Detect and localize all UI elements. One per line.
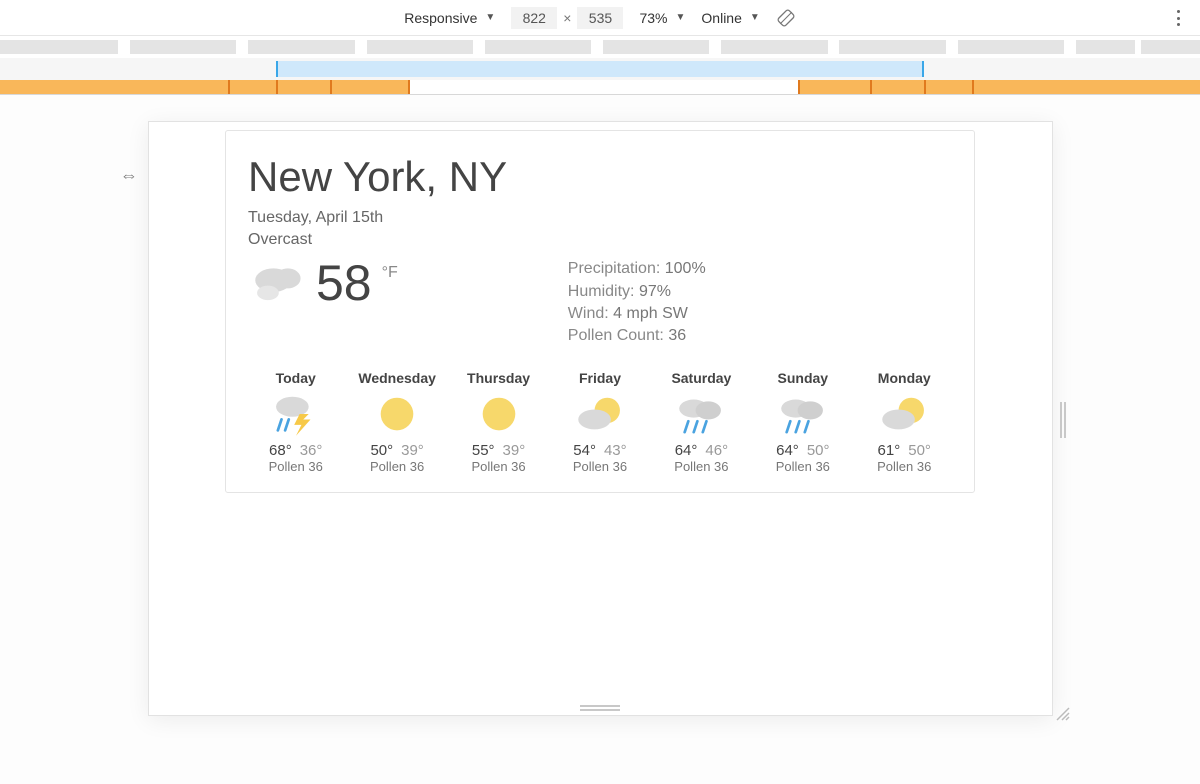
forecast-hi: 68° [269,442,292,459]
forecast-temps: 61° 50° [857,442,952,459]
zoom-select[interactable]: 73% ▼ [639,10,685,26]
forecast-hi: 50° [370,442,393,459]
forecast-lo: 39° [401,442,424,459]
forecast-pollen: Pollen 36 [755,459,850,474]
weather-details: Precipitation: 100% Humidity: 97% Wind: … [568,258,706,348]
chevron-down-icon: ▼ [485,12,495,23]
times-separator: × [563,10,571,26]
forecast-day-name: Saturday [654,370,749,386]
resize-handle-corner[interactable] [1054,705,1070,721]
sunny-icon [349,390,444,438]
network-select[interactable]: Online ▼ [701,10,759,26]
weather-condition: Overcast [248,229,952,251]
forecast-day: Thursday 55° 39°Pollen 36 [451,370,546,474]
ruler-ticks [0,36,1200,58]
media-query-range-left[interactable] [0,80,408,94]
forecast-day-name: Friday [552,370,647,386]
device-mode-select[interactable]: Responsive ▼ [404,10,495,26]
dimensions: × [511,7,623,29]
forecast-lo: 36° [300,442,323,459]
weather-unit: °F [382,264,398,282]
width-input[interactable] [511,7,557,29]
forecast-temps: 64° 50° [755,442,850,459]
media-query-range-right[interactable] [798,80,1200,94]
media-query-range[interactable] [276,61,924,77]
forecast-day: Saturday 64° 46°Pollen 36 [654,370,749,474]
device-frame: New York, NY Tuesday, April 15th Overcas… [148,121,1053,716]
more-options-button[interactable] [1170,8,1186,28]
forecast-pollen: Pollen 36 [451,459,546,474]
humidity-value: 97% [639,283,671,300]
forecast-day-name: Today [248,370,343,386]
chevron-down-icon: ▼ [676,12,686,23]
forecast-pollen: Pollen 36 [857,459,952,474]
weather-date: Tuesday, April 15th [248,207,952,229]
forecast-temps: 64° 46° [654,442,749,459]
forecast-lo: 39° [503,442,526,459]
forecast-pollen: Pollen 36 [552,459,647,474]
forecast-day-name: Monday [857,370,952,386]
rain-icon [654,390,749,438]
forecast-temps: 54° 43° [552,442,647,459]
forecast-lo: 43° [604,442,627,459]
device-mode-label: Responsive [404,10,477,26]
forecast-day: Sunday 64° 50°Pollen 36 [755,370,850,474]
wind-label: Wind: [568,305,609,322]
resize-handle-bottom[interactable] [580,705,620,711]
forecast-pollen: Pollen 36 [349,459,444,474]
forecast-temps: 55° 39° [451,442,546,459]
humidity-label: Humidity: [568,283,635,300]
forecast-day-name: Sunday [755,370,850,386]
wind-value: 4 mph SW [613,305,688,322]
scroll-handle-right[interactable] [1060,402,1066,438]
media-query-bar-orange [0,80,1200,94]
breakpoint-ruler [0,36,1200,95]
zoom-label: 73% [639,10,667,26]
forecast-temps: 68° 36° [248,442,343,459]
forecast-day: Today 68° 36°Pollen 36 [248,370,343,474]
forecast-lo: 46° [705,442,728,459]
forecast-pollen: Pollen 36 [654,459,749,474]
network-label: Online [701,10,741,26]
sunny-icon [451,390,546,438]
forecast-hi: 61° [878,442,901,459]
rotate-icon [776,8,796,28]
pollen-value: 36 [668,327,686,344]
pollen-label: Pollen Count: [568,327,664,344]
forecast-lo: 50° [807,442,830,459]
forecast-day: Wednesday 50° 39°Pollen 36 [349,370,444,474]
chevron-down-icon: ▼ [750,12,760,23]
forecast-day-name: Wednesday [349,370,444,386]
weather-location: New York, NY [248,153,952,201]
forecast-lo: 50° [908,442,931,459]
forecast-pollen: Pollen 36 [248,459,343,474]
cloud-icon [248,258,306,306]
forecast-hi: 64° [675,442,698,459]
weather-temp: 58 [316,258,372,308]
forecast-hi: 64° [776,442,799,459]
height-input[interactable] [577,7,623,29]
weather-card: New York, NY Tuesday, April 15th Overcas… [225,130,975,493]
media-query-bar-blue [0,58,1200,80]
responsive-toolbar: Responsive ▼ × 73% ▼ Online ▼ [0,0,1200,36]
forecast-row: Today68°36°Pollen 36Wednesday50°39°Polle… [248,370,952,474]
forecast-day: Monday 61° 50°Pollen 36 [857,370,952,474]
forecast-hi: 55° [472,442,495,459]
precip-value: 100% [665,260,706,277]
forecast-hi: 54° [573,442,596,459]
resize-handle-left[interactable]: ⇔ [120,165,136,186]
forecast-day-name: Thursday [451,370,546,386]
precip-label: Precipitation: [568,260,661,277]
device-canvas: ⇔ New York, NY Tuesday, April 15th Overc… [0,95,1200,784]
partly-icon [552,390,647,438]
forecast-day: Friday 54° 43°Pollen 36 [552,370,647,474]
forecast-temps: 50° 39° [349,442,444,459]
partly-icon [857,390,952,438]
rain-icon [755,390,850,438]
storm-icon [248,390,343,438]
rotate-button[interactable] [776,8,796,28]
